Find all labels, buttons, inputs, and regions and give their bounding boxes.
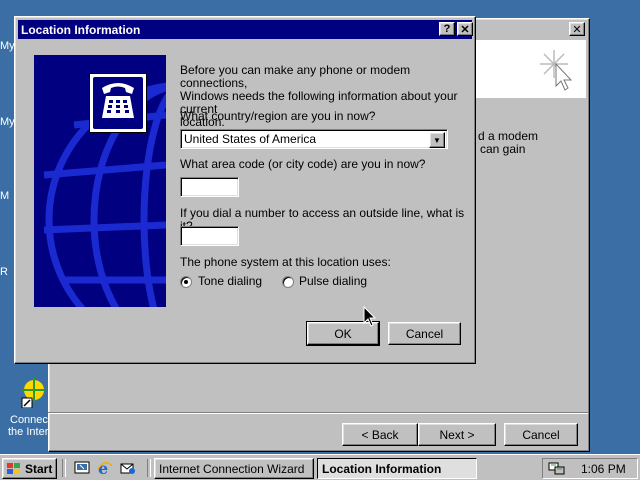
desktop-icon-label-my-computer[interactable]: My — [0, 40, 15, 52]
wizard-body-text: d a modem can gain — [478, 130, 538, 156]
desktop-icon-label-m[interactable]: M — [0, 190, 9, 202]
outlook-express-icon[interactable] — [120, 460, 136, 476]
task-divider — [147, 459, 151, 477]
close-button[interactable]: ✕ — [457, 22, 473, 36]
wizard-separator — [48, 412, 588, 414]
desktop-icon-label-my-documents[interactable]: My — [0, 116, 15, 128]
wizard-banner — [474, 40, 586, 98]
quick-launch-divider — [62, 459, 66, 477]
phone-system-label: The phone system at this location uses: — [180, 255, 391, 269]
area-code-label: What area code (or city code) are you in… — [180, 157, 426, 171]
tone-dialing-label[interactable]: Tone dialing — [198, 275, 262, 288]
country-select[interactable]: United States of America ▼ — [180, 129, 448, 149]
task-location-information[interactable]: Location Information — [317, 458, 477, 479]
wizard-back-button[interactable]: < Back — [342, 423, 418, 446]
connect-icon-label: Connect — [10, 414, 51, 426]
wizard-text-line-2: can gain — [480, 142, 526, 156]
connect-internet-desktop-icon[interactable]: Connect the Inter — [6, 376, 51, 442]
dialog-title: Location Information — [21, 22, 141, 37]
desktop-icon-label-r[interactable]: R — [0, 266, 8, 278]
task-internet-connection-wizard[interactable]: Internet Connection Wizard — [154, 458, 314, 479]
start-label: Start — [25, 461, 53, 476]
cancel-button[interactable]: Cancel — [388, 322, 461, 345]
tone-dialing-radio[interactable] — [180, 276, 192, 288]
help-button[interactable]: ? — [439, 22, 455, 36]
wizard-close-button[interactable]: ✕ — [569, 22, 585, 36]
pulse-dialing-radio[interactable] — [282, 276, 294, 288]
windows-logo-icon — [7, 462, 20, 474]
chevron-down-icon[interactable]: ▼ — [429, 132, 445, 148]
country-select-value: United States of America — [184, 132, 317, 146]
country-label: What country/region are you in now? — [180, 109, 376, 123]
system-tray: 1:06 PM — [542, 458, 638, 479]
location-information-dialog: Location Information ? ✕ Before you can … — [14, 16, 476, 364]
outside-line-input[interactable] — [180, 226, 239, 246]
dialog-side-graphic — [34, 55, 166, 307]
mouse-cursor-icon — [363, 306, 377, 327]
telephone-icon — [93, 77, 143, 129]
show-desktop-icon[interactable] — [74, 460, 90, 476]
dialog-titlebar[interactable]: Location Information ? ✕ — [18, 20, 473, 39]
wizard-next-button[interactable]: Next > — [418, 423, 496, 446]
clock[interactable]: 1:06 PM — [581, 462, 626, 476]
network-connection-icon[interactable] — [548, 461, 566, 477]
internet-explorer-icon[interactable]: e — [97, 460, 113, 476]
wizard-cursor-sparkle-icon — [540, 50, 573, 91]
taskbar: Start e Internet Connection Wizard Locat… — [0, 454, 640, 480]
start-button[interactable]: Start — [2, 458, 57, 479]
connect-icon-label-2: the Inter — [8, 426, 49, 438]
pulse-dialing-label[interactable]: Pulse dialing — [299, 275, 367, 288]
connect-internet-icon — [21, 378, 46, 408]
telephone-icon-box — [89, 73, 147, 133]
wizard-cancel-button[interactable]: Cancel — [504, 423, 578, 446]
area-code-input[interactable] — [180, 177, 239, 197]
